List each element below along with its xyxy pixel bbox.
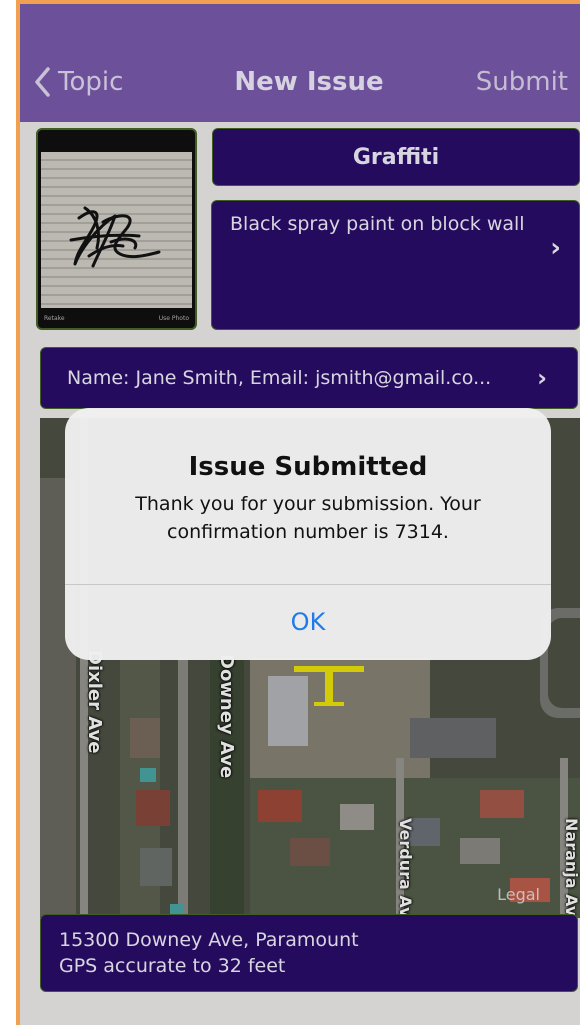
alert-title: Issue Submitted (188, 452, 428, 482)
app-screen: Topic New Issue Submit Retake Use Photo … (20, 4, 580, 1025)
alert-message: Thank you for your submission. Your conf… (135, 493, 481, 543)
ok-button[interactable]: OK (65, 585, 551, 660)
alert-dialog: Issue Submitted Thank you for your submi… (65, 408, 551, 660)
